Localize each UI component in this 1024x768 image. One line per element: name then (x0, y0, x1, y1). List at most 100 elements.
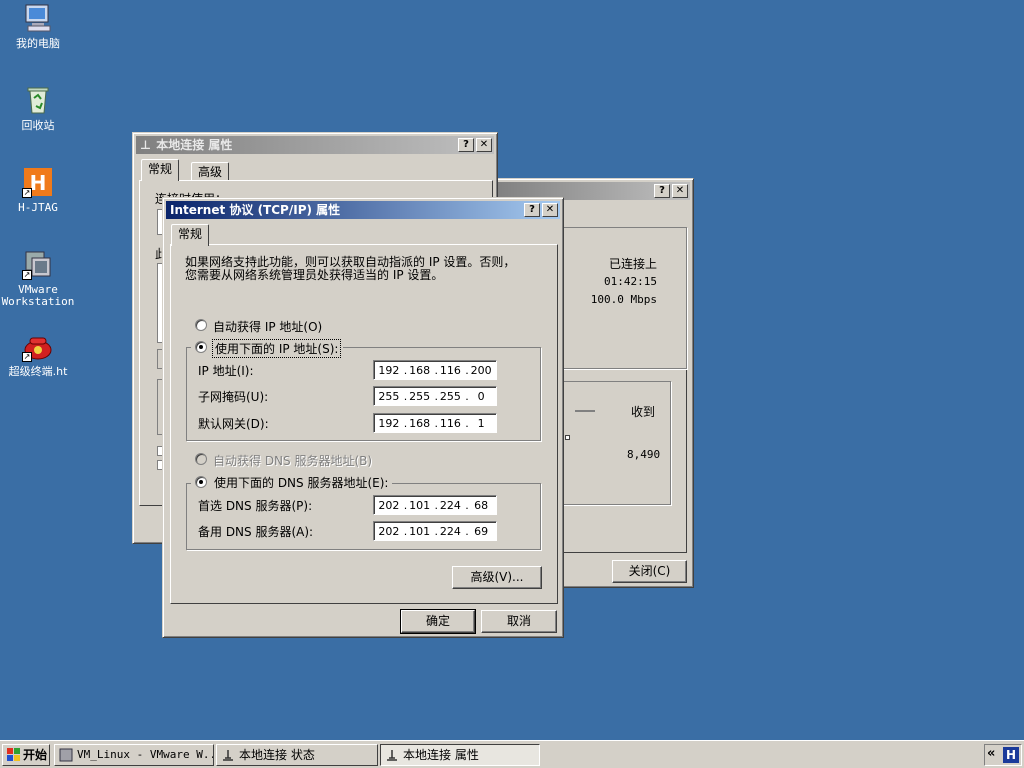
manual-ip-option[interactable]: 使用下面的 IP 地址(S): (191, 339, 344, 358)
help-button[interactable]: ? (524, 203, 540, 217)
taskbar-item-connection-properties[interactable]: 本地连接 属性 (380, 744, 540, 766)
advanced-button[interactable]: 高级(V)... (452, 566, 542, 589)
manual-dns-option[interactable]: 使用下面的 DNS 服务器地址(E): (191, 474, 393, 491)
h-jtag-tray-icon[interactable]: H (1003, 747, 1019, 763)
start-button[interactable]: 开始 (2, 744, 50, 766)
close-button[interactable]: ✕ (672, 184, 688, 198)
shortcut-arrow-icon: ↗ (22, 270, 32, 280)
desktop-icon-h-jtag[interactable]: H ↗ H-JTAG (0, 166, 76, 214)
activity-separator (575, 410, 595, 412)
tray-expand-arrow[interactable]: « (987, 746, 995, 761)
duration-value: 01:42:15 (604, 275, 657, 288)
alt-dns-octet-1[interactable]: 202 (374, 525, 404, 538)
cancel-button[interactable]: 取消 (481, 610, 557, 633)
hyperterminal-icon: ↗ (22, 330, 54, 362)
recycle-bin-icon (22, 84, 54, 116)
system-tray: « H (984, 744, 1022, 766)
mask-octet-3[interactable]: 255 (436, 390, 466, 403)
window-title: 本地连接 属性 (156, 138, 233, 152)
status-value: 已连接上 (608, 257, 657, 271)
manual-dns-radio[interactable] (195, 476, 207, 488)
auto-ip-label[interactable]: 自动获得 IP 地址(O) (213, 318, 322, 335)
ip-octet-2[interactable]: 168 (405, 364, 435, 377)
close-button[interactable]: ✕ (476, 138, 492, 152)
speed-value: 100.0 Mbps (590, 293, 657, 306)
taskbar-item-label: 本地连接 状态 (239, 748, 315, 762)
activity-marker (565, 435, 570, 440)
help-button[interactable]: ? (654, 184, 670, 198)
auto-dns-radio[interactable] (195, 453, 207, 465)
close-status-button[interactable]: 关闭(C) (612, 560, 687, 583)
received-value: 8,490 (627, 448, 661, 461)
h-jtag-icon: H ↗ (22, 166, 54, 198)
properties-window-titlebar[interactable]: ⊥ 本地连接 属性 ? ✕ (136, 136, 494, 154)
default-gateway-label: 默认网关(D): (198, 417, 269, 431)
desktop: 我的电脑 回收站 H ↗ H-JTAG ↗ VMware Workstation… (0, 0, 1024, 740)
taskbar-item-label: 本地连接 属性 (403, 748, 479, 762)
windows-logo-icon (7, 748, 21, 762)
desktop-icon-recycle-bin[interactable]: 回收站 (0, 84, 76, 132)
taskbar-item-connection-status[interactable]: 本地连接 状态 (216, 744, 378, 766)
alternate-dns-field[interactable]: 202. 101. 224. 69 (373, 521, 497, 541)
desktop-icon-label: 超级终端.ht (8, 365, 68, 378)
ip-octet-4[interactable]: 200 (466, 364, 496, 377)
subnet-mask-field[interactable]: 255. 255. 255. 0 (373, 386, 497, 406)
ip-address-field[interactable]: 192. 168. 116. 200 (373, 360, 497, 380)
help-button[interactable]: ? (458, 138, 474, 152)
desktop-icon-vmware[interactable]: ↗ VMware Workstation (0, 248, 76, 308)
pref-dns-octet-1[interactable]: 202 (374, 499, 404, 512)
taskbar-item-label: VM_Linux - VMware W... (77, 748, 214, 761)
taskbar-item-vmware[interactable]: VM_Linux - VMware W... (54, 744, 214, 766)
tcpip-properties-dialog: Internet 协议 (TCP/IP) 属性 ? ✕ 常规 如果网络支持此功能… (162, 197, 564, 638)
tab-general[interactable]: 常规 (141, 159, 180, 181)
ok-button[interactable]: 确定 (400, 609, 476, 634)
gateway-octet-1[interactable]: 192 (374, 417, 404, 430)
vmware-icon (59, 748, 73, 762)
alt-dns-octet-4[interactable]: 69 (466, 525, 496, 538)
desktop-icon-label: H-JTAG (18, 201, 58, 214)
network-icon (221, 748, 235, 762)
alt-dns-octet-3[interactable]: 224 (436, 525, 466, 538)
subnet-mask-label: 子网掩码(U): (198, 390, 269, 404)
taskbar: 开始 VM_Linux - VMware W... 本地连接 状态 本地连接 属… (0, 740, 1024, 768)
shortcut-arrow-icon: ↗ (22, 188, 32, 198)
desktop-icon-hyperterminal[interactable]: ↗ 超级终端.ht (0, 330, 76, 378)
desktop-icon-my-computer[interactable]: 我的电脑 (0, 2, 76, 50)
description-text: 如果网络支持此功能，则可以获取自动指派的 IP 设置。否则，您需要从网络系统管理… (185, 255, 516, 282)
manual-dns-label[interactable]: 使用下面的 DNS 服务器地址(E): (214, 474, 388, 491)
mask-octet-4[interactable]: 0 (466, 390, 496, 403)
received-label: 收到 (631, 405, 656, 419)
default-gateway-field[interactable]: 192. 168. 116. 1 (373, 413, 497, 433)
tab-general[interactable]: 常规 (171, 224, 210, 246)
desktop-icon-label: 回收站 (21, 119, 55, 132)
tab-advanced[interactable]: 高级 (191, 162, 230, 181)
mask-octet-1[interactable]: 255 (374, 390, 404, 403)
desktop-icon-label-line2: Workstation (1, 295, 75, 308)
alternate-dns-label: 备用 DNS 服务器(A): (198, 525, 314, 539)
gateway-octet-2[interactable]: 168 (405, 417, 435, 430)
preferred-dns-label: 首选 DNS 服务器(P): (198, 499, 313, 513)
auto-dns-label[interactable]: 自动获得 DNS 服务器地址(B) (213, 452, 372, 469)
desktop-icon-label: 我的电脑 (16, 37, 60, 50)
gateway-octet-3[interactable]: 116 (436, 417, 466, 430)
ip-octet-1[interactable]: 192 (374, 364, 404, 377)
ip-octet-3[interactable]: 116 (436, 364, 466, 377)
mask-octet-2[interactable]: 255 (405, 390, 435, 403)
auto-ip-radio[interactable] (195, 319, 207, 331)
preferred-dns-field[interactable]: 202. 101. 224. 68 (373, 495, 497, 515)
gateway-octet-4[interactable]: 1 (466, 417, 496, 430)
my-computer-icon (22, 2, 54, 34)
ip-address-label: IP 地址(I): (198, 364, 254, 378)
svg-text:H: H (30, 171, 47, 195)
vmware-icon: ↗ (22, 248, 54, 280)
pref-dns-octet-4[interactable]: 68 (466, 499, 496, 512)
pref-dns-octet-2[interactable]: 101 (405, 499, 435, 512)
tcpip-dialog-titlebar[interactable]: Internet 协议 (TCP/IP) 属性 ? ✕ (166, 201, 560, 219)
pref-dns-octet-3[interactable]: 224 (436, 499, 466, 512)
dialog-title: Internet 协议 (TCP/IP) 属性 (170, 203, 341, 217)
alt-dns-octet-2[interactable]: 101 (405, 525, 435, 538)
close-button[interactable]: ✕ (542, 203, 558, 217)
manual-ip-label[interactable]: 使用下面的 IP 地址(S): (212, 339, 342, 358)
manual-ip-radio[interactable] (195, 341, 207, 353)
activity-group (559, 381, 671, 505)
